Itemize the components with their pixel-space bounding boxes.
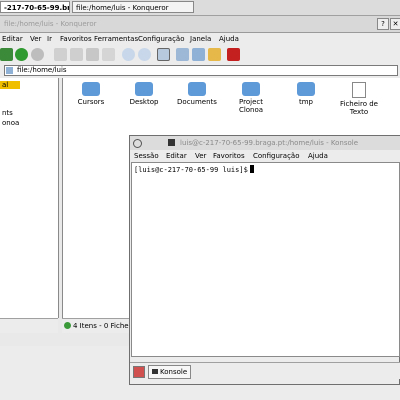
menu-editar[interactable]: Editar [2,33,23,46]
side-item-2[interactable]: onoa [2,119,19,127]
file-item-project-clonoa[interactable]: Project Clonoa [231,82,271,114]
menu-ferramentas[interactable]: Ferramentas [94,33,138,46]
side-item-0[interactable]: al [2,81,8,89]
terminal-icon [168,139,175,146]
view-preview-icon[interactable] [208,48,221,61]
taskbar: -217-70-65-99.braga file:/home/luis - Ko… [0,0,400,16]
help-icon[interactable]: ? [377,18,389,30]
reload-icon[interactable] [15,48,28,61]
view-grid-icon[interactable] [227,48,240,61]
status-text: 4 Itens - 0 Ficheiros [73,322,132,330]
location-input[interactable]: file:/home/luis [4,65,398,76]
file-item-label: Ficheiro de Texto [340,100,378,116]
file-item-cursors[interactable]: Cursors [71,82,111,106]
konsole-titlebar[interactable]: luis@c-217-70-65-99.braga.pt:/home/luis … [130,136,400,151]
folder-icon [82,82,100,96]
file-item-label: Desktop [129,98,159,106]
stop-icon[interactable] [31,48,44,61]
konqueror-toolbar [0,46,400,65]
folder-icon [297,82,315,96]
menu-ajuda[interactable]: Ajuda [219,33,239,46]
print-icon[interactable] [102,48,115,61]
statusbar: 4 Itens - 0 Ficheiros [62,318,132,333]
konsole-menu-ver[interactable]: Ver [195,150,206,162]
cut-icon[interactable] [54,48,67,61]
view-icons-icon[interactable] [157,48,170,61]
close-icon[interactable]: ✕ [390,18,400,30]
terminal-cursor [249,165,254,173]
zoom-in-icon[interactable] [122,48,135,61]
file-item-label: tmp [298,98,313,106]
folder-icon [6,67,13,74]
zoom-out-icon[interactable] [138,48,151,61]
konsole-menu-configuracao[interactable]: Configuração [253,150,299,162]
konsole-menu-ajuda[interactable]: Ajuda [308,150,328,162]
file-item-documents[interactable]: Documents [177,82,217,106]
folder-icon [188,82,206,96]
terminal-area[interactable]: [luis@c-217-70-65-99 luis]$ [131,162,400,357]
menu-favoritos[interactable]: Favoritos [60,33,92,46]
konqueror-titlebar[interactable]: file:/home/luis - Konqueror ? ✕ [0,16,400,33]
konqueror-title: file:/home/luis - Konqueror [4,20,97,28]
file-item-tmp[interactable]: tmp [286,82,326,106]
taskbar-tab-konqueror[interactable]: file:/home/luis - Konqueror [72,1,194,13]
terminal-tab-icon [152,369,158,374]
view-list-icon[interactable] [176,48,189,61]
konsole-menubar: Sessão Editar Ver Favoritos Configuração… [130,150,400,162]
location-bar: file:/home/luis [0,64,400,78]
menu-configuracao[interactable]: Configuração [138,33,184,46]
file-item-desktop[interactable]: Desktop [124,82,164,106]
side-item-1[interactable]: nts [2,109,13,117]
window-menu-icon[interactable] [133,139,142,148]
menu-ir[interactable]: Ir [47,33,52,46]
konqueror-menubar: Editar Ver Ir Favoritos Ferramentas Conf… [0,33,400,46]
file-item-label: Documents [177,98,217,106]
side-statusbar [0,318,58,333]
back-icon[interactable] [0,48,13,61]
paste-icon[interactable] [86,48,99,61]
folder-icon [135,82,153,96]
konsole-menu-sessao[interactable]: Sessão [134,150,159,162]
file-item-label: Cursors [77,98,105,106]
status-ok-icon [64,322,71,329]
konsole-title: luis@c-217-70-65-99.braga.pt:/home/luis … [180,139,359,147]
navigation-panel: al nts onoa [0,78,59,318]
new-session-icon[interactable] [133,366,145,378]
konsole-tabbar: Konsole [130,362,400,379]
file-item-ficheiro-texto[interactable]: Ficheiro de Texto [339,82,379,116]
file-item-label: Project Clonoa [238,98,264,114]
copy-icon[interactable] [70,48,83,61]
terminal-prompt: [luis@c-217-70-65-99 luis]$ [134,166,248,174]
desktop-area [0,346,130,400]
folder-icon [242,82,260,96]
konsole-menu-favoritos[interactable]: Favoritos [213,150,245,162]
view-tree-icon[interactable] [192,48,205,61]
konsole-tab-label: Konsole [160,368,188,376]
text-file-icon [352,82,366,98]
menu-ver[interactable]: Ver [30,33,41,46]
konsole-tab[interactable]: Konsole [148,365,192,379]
menu-janela[interactable]: Janela [190,33,211,46]
konsole-menu-editar[interactable]: Editar [166,150,187,162]
taskbar-tab-konsole[interactable]: -217-70-65-99.braga [0,1,70,13]
